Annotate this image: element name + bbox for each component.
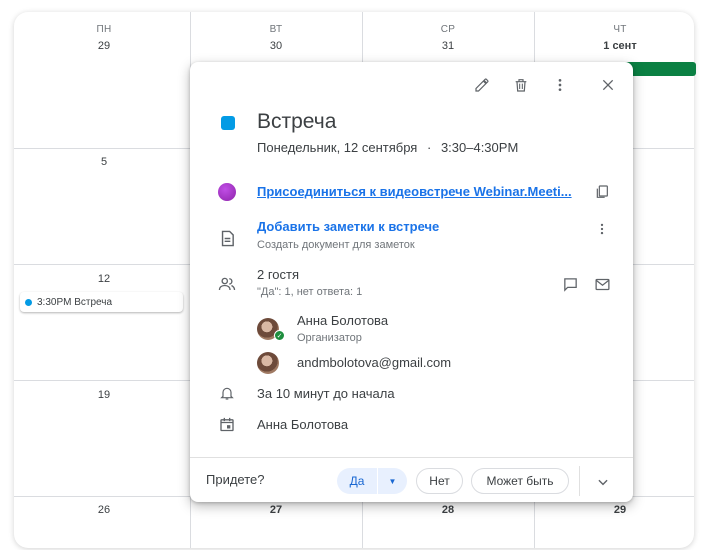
footer-separator xyxy=(579,466,580,496)
event-details-popup: Встреча Понедельник, 12 сентября · 3:30–… xyxy=(190,62,633,502)
rsvp-no-button[interactable]: Нет xyxy=(416,468,463,494)
event-time: 3:30–4:30PM xyxy=(440,140,519,155)
day-of-week-thu: ЧТ xyxy=(613,24,627,35)
add-notes-link[interactable]: Добавить заметки к встрече xyxy=(257,219,439,234)
event-title: Встреча xyxy=(257,110,337,133)
day-of-week-wed: СР xyxy=(440,24,456,35)
rsvp-yes-dropdown-button[interactable]: ▼ xyxy=(377,468,407,494)
email-guests-button[interactable] xyxy=(589,271,615,297)
trash-icon xyxy=(515,79,527,92)
more-vert-icon xyxy=(600,223,604,235)
copy-link-button[interactable] xyxy=(589,179,615,205)
accepted-check-icon: ✓ xyxy=(274,330,285,341)
calendar-owner: Анна Болотова xyxy=(257,417,349,432)
date-cell[interactable]: 31 xyxy=(362,40,534,52)
day-of-week-tue: ВТ xyxy=(269,24,283,35)
reminder-text: За 10 минут до начала xyxy=(257,386,395,401)
event-chip-label: 3:30PM Встреча xyxy=(37,296,113,308)
event-date: Понедельник, 12 сентября xyxy=(257,140,418,155)
mail-icon xyxy=(594,278,610,290)
bell-icon xyxy=(217,383,237,403)
guests-count: 2 гостя xyxy=(257,267,300,282)
delete-button[interactable] xyxy=(508,72,534,98)
event-datetime: Понедельник, 12 сентября · 3:30–4:30PM xyxy=(257,140,518,155)
avatar xyxy=(257,352,279,374)
edit-button[interactable] xyxy=(469,72,495,98)
document-icon xyxy=(217,228,237,248)
chat-guests-button[interactable] xyxy=(557,271,583,297)
date-cell[interactable]: 28 xyxy=(362,504,534,516)
more-options-button[interactable] xyxy=(547,72,573,98)
event-dot-icon xyxy=(25,298,32,306)
rsvp-maybe-button[interactable]: Может быть xyxy=(471,468,569,494)
event-chip[interactable]: 3:30PM Встреча xyxy=(20,292,183,312)
notes-more-button[interactable] xyxy=(589,216,615,242)
footer-divider xyxy=(190,457,633,458)
expand-button[interactable] xyxy=(590,469,616,495)
pencil-icon xyxy=(475,78,489,92)
people-icon xyxy=(217,274,237,294)
date-cell[interactable]: 30 xyxy=(190,40,362,52)
day-of-week-mon: ПН xyxy=(96,24,112,35)
date-cell[interactable]: 26 xyxy=(18,504,190,516)
date-cell[interactable]: 5 xyxy=(18,156,190,168)
guest-email: andmbolotova@gmail.com xyxy=(297,355,452,370)
event-color-square xyxy=(221,116,235,130)
join-video-link[interactable]: Присоединиться к видеовстрече Webinar.Me… xyxy=(257,184,572,199)
rsvp-question: Придете? xyxy=(206,472,265,487)
datetime-separator: · xyxy=(426,140,432,155)
date-cell[interactable]: 29 xyxy=(18,40,190,52)
close-icon xyxy=(602,79,614,91)
calendar-icon xyxy=(217,414,237,434)
date-cell[interactable]: 12 xyxy=(18,273,190,285)
copy-icon xyxy=(596,185,608,198)
video-provider-icon xyxy=(217,182,237,202)
notes-hint: Создать документ для заметок xyxy=(257,239,415,251)
guests-summary: "Да": 1, нет ответа: 1 xyxy=(257,286,363,298)
date-cell[interactable]: 27 xyxy=(190,504,362,516)
date-cell[interactable]: 29 xyxy=(534,504,694,516)
close-button[interactable] xyxy=(595,72,621,98)
date-cell[interactable]: 19 xyxy=(18,389,190,401)
guest-role: Организатор xyxy=(297,332,362,344)
chat-icon xyxy=(563,277,577,292)
chevron-down-icon xyxy=(598,479,608,486)
guest-name: Анна Болотова xyxy=(297,313,389,328)
caret-down-icon: ▼ xyxy=(388,476,397,486)
date-cell[interactable]: 1 сент xyxy=(534,40,694,52)
rsvp-yes-button[interactable]: Да xyxy=(337,468,377,494)
more-vert-icon xyxy=(558,79,562,91)
